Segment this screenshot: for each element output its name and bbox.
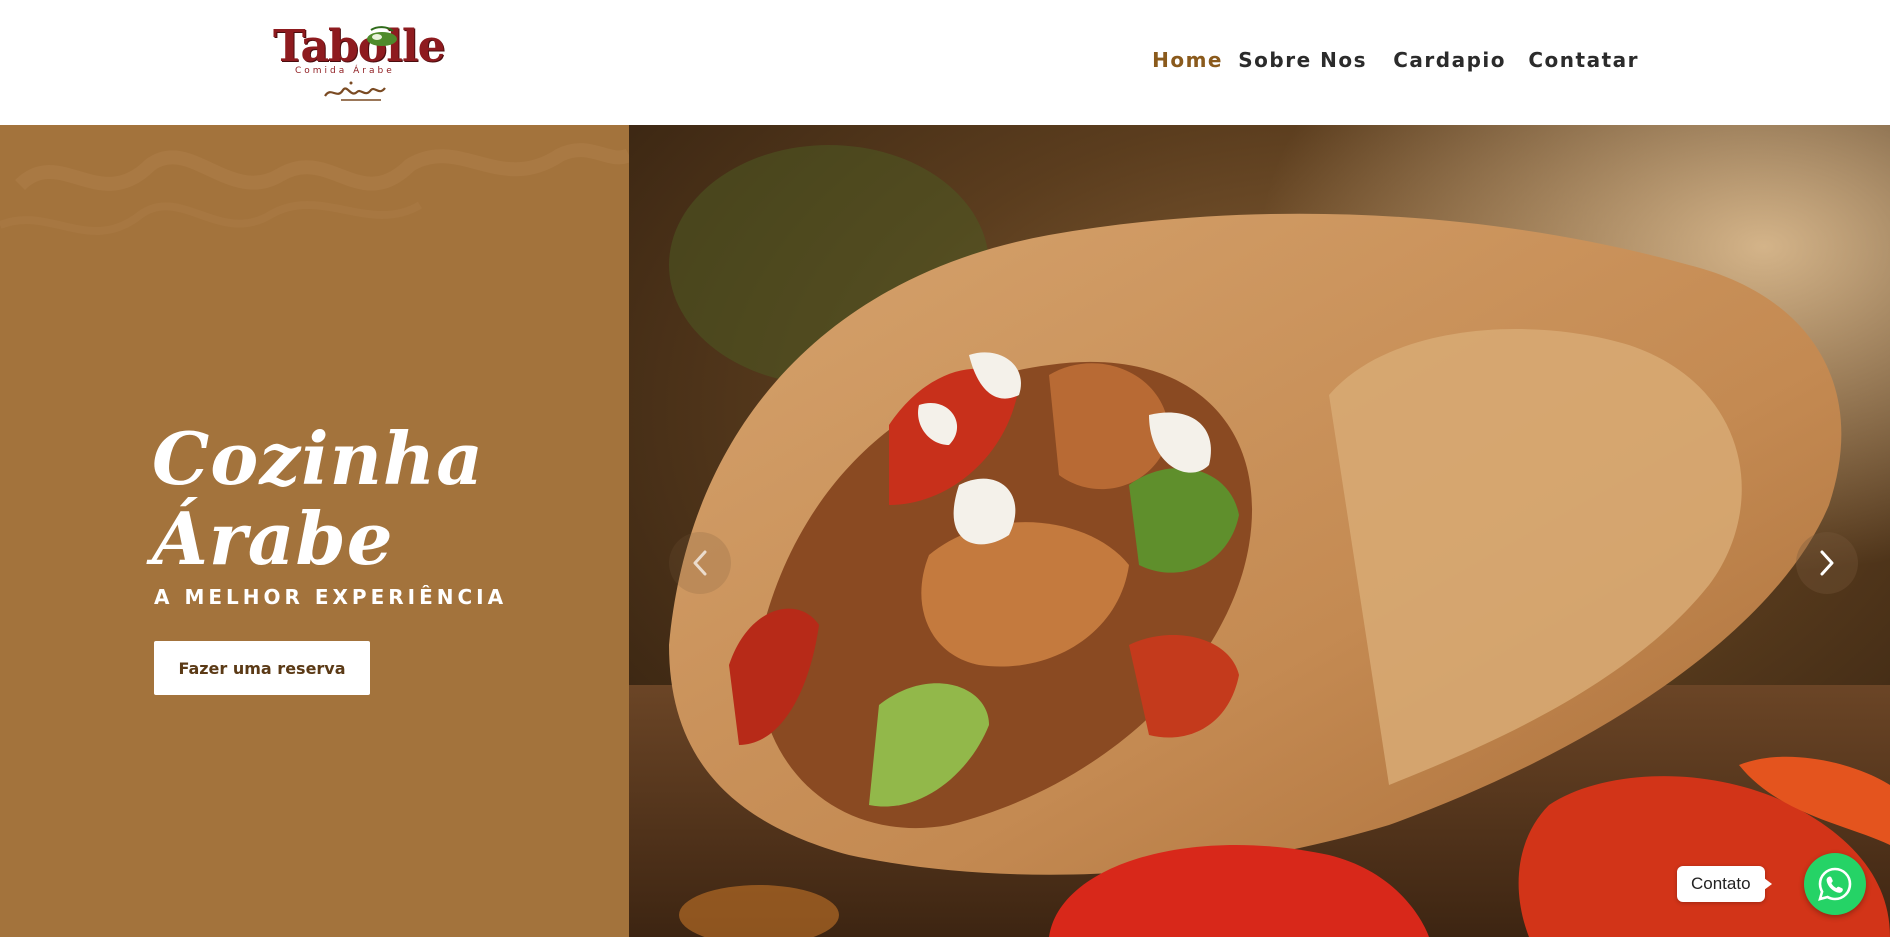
decorative-texture (0, 143, 629, 235)
nav-contatar[interactable]: Contatar (1528, 48, 1639, 72)
slider-prev-button[interactable] (669, 532, 731, 594)
logo-arabic-script (324, 81, 386, 101)
nav-sobre-nos[interactable]: Sobre Nos (1238, 48, 1367, 72)
whatsapp-icon (1818, 867, 1852, 901)
slider-next-button[interactable] (1796, 532, 1858, 594)
hero-subtitle: A MELHOR EXPERIÊNCIA (154, 585, 508, 609)
contact-tooltip[interactable]: Contato (1677, 866, 1772, 902)
logo-tagline: Comida Árabe (295, 66, 395, 76)
site-logo[interactable]: Tabolle Comida Árabe (273, 22, 446, 106)
site-header: Tabolle Comida Árabe Home Sobre Nos Card… (0, 0, 1890, 125)
hero-title-line-2: Árabe (152, 496, 394, 581)
hero-image-shawarma (629, 125, 1890, 937)
shawarma-photo (629, 125, 1890, 937)
hero-text-panel: Cozinha Árabe A MELHOR EXPERIÊNCIA Fazer… (0, 125, 629, 937)
hero-title-line-1: Cozinha (152, 416, 484, 501)
nav-home[interactable]: Home (1152, 48, 1223, 72)
nav-cardapio[interactable]: Cardapio (1393, 48, 1506, 72)
chevron-left-icon (693, 550, 707, 576)
chevron-right-icon (1820, 550, 1834, 576)
leaf-icon (367, 26, 397, 46)
reservation-button[interactable]: Fazer uma reserva (154, 641, 370, 695)
whatsapp-button[interactable] (1804, 853, 1866, 915)
logo-wordmark: Tabolle (273, 21, 446, 72)
hero-title: Cozinha Árabe (152, 419, 484, 579)
hero-slider: Cozinha Árabe A MELHOR EXPERIÊNCIA Fazer… (0, 125, 1890, 937)
